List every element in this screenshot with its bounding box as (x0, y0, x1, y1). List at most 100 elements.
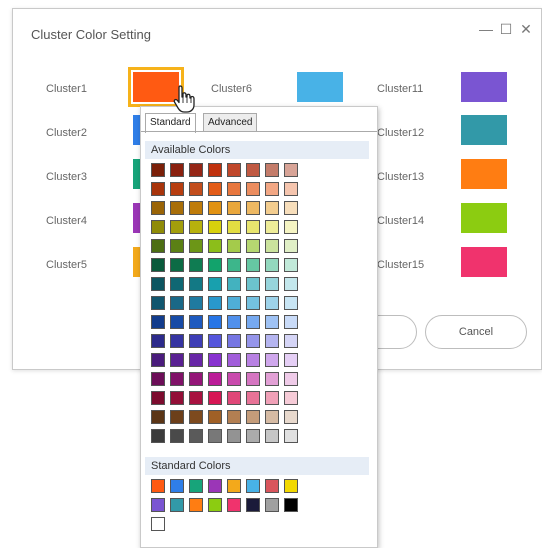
color-cell[interactable] (246, 239, 260, 253)
color-cell[interactable] (265, 334, 279, 348)
color-cell[interactable] (208, 410, 222, 424)
color-cell[interactable] (284, 239, 298, 253)
color-cell[interactable] (246, 220, 260, 234)
cluster-color-swatch[interactable] (461, 72, 507, 102)
color-cell[interactable] (151, 353, 165, 367)
color-cell[interactable] (170, 163, 184, 177)
color-cell[interactable] (227, 220, 241, 234)
color-cell[interactable] (208, 182, 222, 196)
color-cell[interactable] (284, 479, 298, 493)
color-cell[interactable] (284, 334, 298, 348)
color-cell[interactable] (265, 277, 279, 291)
color-cell[interactable] (284, 391, 298, 405)
color-cell[interactable] (227, 479, 241, 493)
cluster-color-swatch[interactable] (461, 115, 507, 145)
color-cell[interactable] (246, 498, 260, 512)
minimize-icon[interactable]: — (477, 20, 495, 38)
cancel-button[interactable]: Cancel (425, 315, 527, 349)
color-cell[interactable] (170, 258, 184, 272)
color-cell[interactable] (189, 163, 203, 177)
color-cell[interactable] (189, 220, 203, 234)
color-cell[interactable] (189, 277, 203, 291)
color-cell[interactable] (189, 182, 203, 196)
color-cell[interactable] (227, 353, 241, 367)
color-cell[interactable] (170, 353, 184, 367)
color-cell[interactable] (208, 163, 222, 177)
color-cell[interactable] (151, 315, 165, 329)
color-cell[interactable] (227, 258, 241, 272)
color-cell[interactable] (170, 479, 184, 493)
color-cell[interactable] (151, 296, 165, 310)
color-cell[interactable] (284, 315, 298, 329)
color-cell[interactable] (208, 391, 222, 405)
color-cell[interactable] (151, 182, 165, 196)
color-cell[interactable] (227, 296, 241, 310)
color-cell[interactable] (189, 258, 203, 272)
color-cell[interactable] (265, 372, 279, 386)
color-cell[interactable] (284, 372, 298, 386)
color-cell[interactable] (246, 353, 260, 367)
color-cell[interactable] (170, 201, 184, 215)
color-cell[interactable] (265, 220, 279, 234)
color-cell[interactable] (284, 258, 298, 272)
color-cell[interactable] (284, 410, 298, 424)
color-cell[interactable] (151, 391, 165, 405)
close-icon[interactable]: ✕ (517, 20, 535, 38)
color-cell[interactable] (170, 182, 184, 196)
color-cell[interactable] (151, 163, 165, 177)
color-cell[interactable] (170, 277, 184, 291)
color-cell[interactable] (208, 258, 222, 272)
color-cell[interactable] (170, 315, 184, 329)
color-cell[interactable] (265, 479, 279, 493)
color-cell[interactable] (208, 372, 222, 386)
color-cell[interactable] (265, 429, 279, 443)
color-cell[interactable] (189, 315, 203, 329)
color-cell[interactable] (170, 410, 184, 424)
color-cell[interactable] (265, 182, 279, 196)
color-cell[interactable] (151, 220, 165, 234)
color-cell[interactable] (246, 429, 260, 443)
color-cell[interactable] (227, 315, 241, 329)
color-cell[interactable] (208, 277, 222, 291)
color-cell[interactable] (284, 429, 298, 443)
color-cell[interactable] (151, 372, 165, 386)
color-cell[interactable] (265, 201, 279, 215)
color-cell[interactable] (284, 296, 298, 310)
color-cell[interactable] (170, 498, 184, 512)
color-cell[interactable] (227, 182, 241, 196)
color-cell[interactable] (151, 334, 165, 348)
color-cell[interactable] (227, 410, 241, 424)
color-cell[interactable] (265, 296, 279, 310)
color-cell[interactable] (151, 498, 165, 512)
color-cell[interactable] (189, 353, 203, 367)
color-cell[interactable] (284, 220, 298, 234)
color-cell[interactable] (151, 479, 165, 493)
color-cell[interactable] (246, 334, 260, 348)
color-cell[interactable] (208, 296, 222, 310)
color-cell[interactable] (208, 429, 222, 443)
color-cell[interactable] (265, 239, 279, 253)
color-cell[interactable] (246, 296, 260, 310)
color-cell[interactable] (227, 334, 241, 348)
color-cell[interactable] (265, 410, 279, 424)
color-cell[interactable] (189, 201, 203, 215)
color-cell[interactable] (170, 372, 184, 386)
color-cell[interactable] (151, 201, 165, 215)
color-cell[interactable] (208, 201, 222, 215)
cluster-color-swatch[interactable] (297, 72, 343, 102)
color-cell[interactable] (208, 334, 222, 348)
color-cell[interactable] (265, 353, 279, 367)
color-cell[interactable] (189, 479, 203, 493)
tab-advanced[interactable]: Advanced (203, 113, 258, 132)
tab-standard[interactable]: Standard (145, 113, 196, 133)
color-cell[interactable] (170, 391, 184, 405)
color-cell[interactable] (227, 372, 241, 386)
color-cell[interactable] (151, 239, 165, 253)
color-cell[interactable] (246, 315, 260, 329)
color-cell[interactable] (265, 315, 279, 329)
cluster-color-swatch[interactable] (461, 203, 507, 233)
color-cell[interactable] (189, 296, 203, 310)
color-cell[interactable] (208, 239, 222, 253)
color-cell[interactable] (208, 353, 222, 367)
color-cell[interactable] (227, 239, 241, 253)
